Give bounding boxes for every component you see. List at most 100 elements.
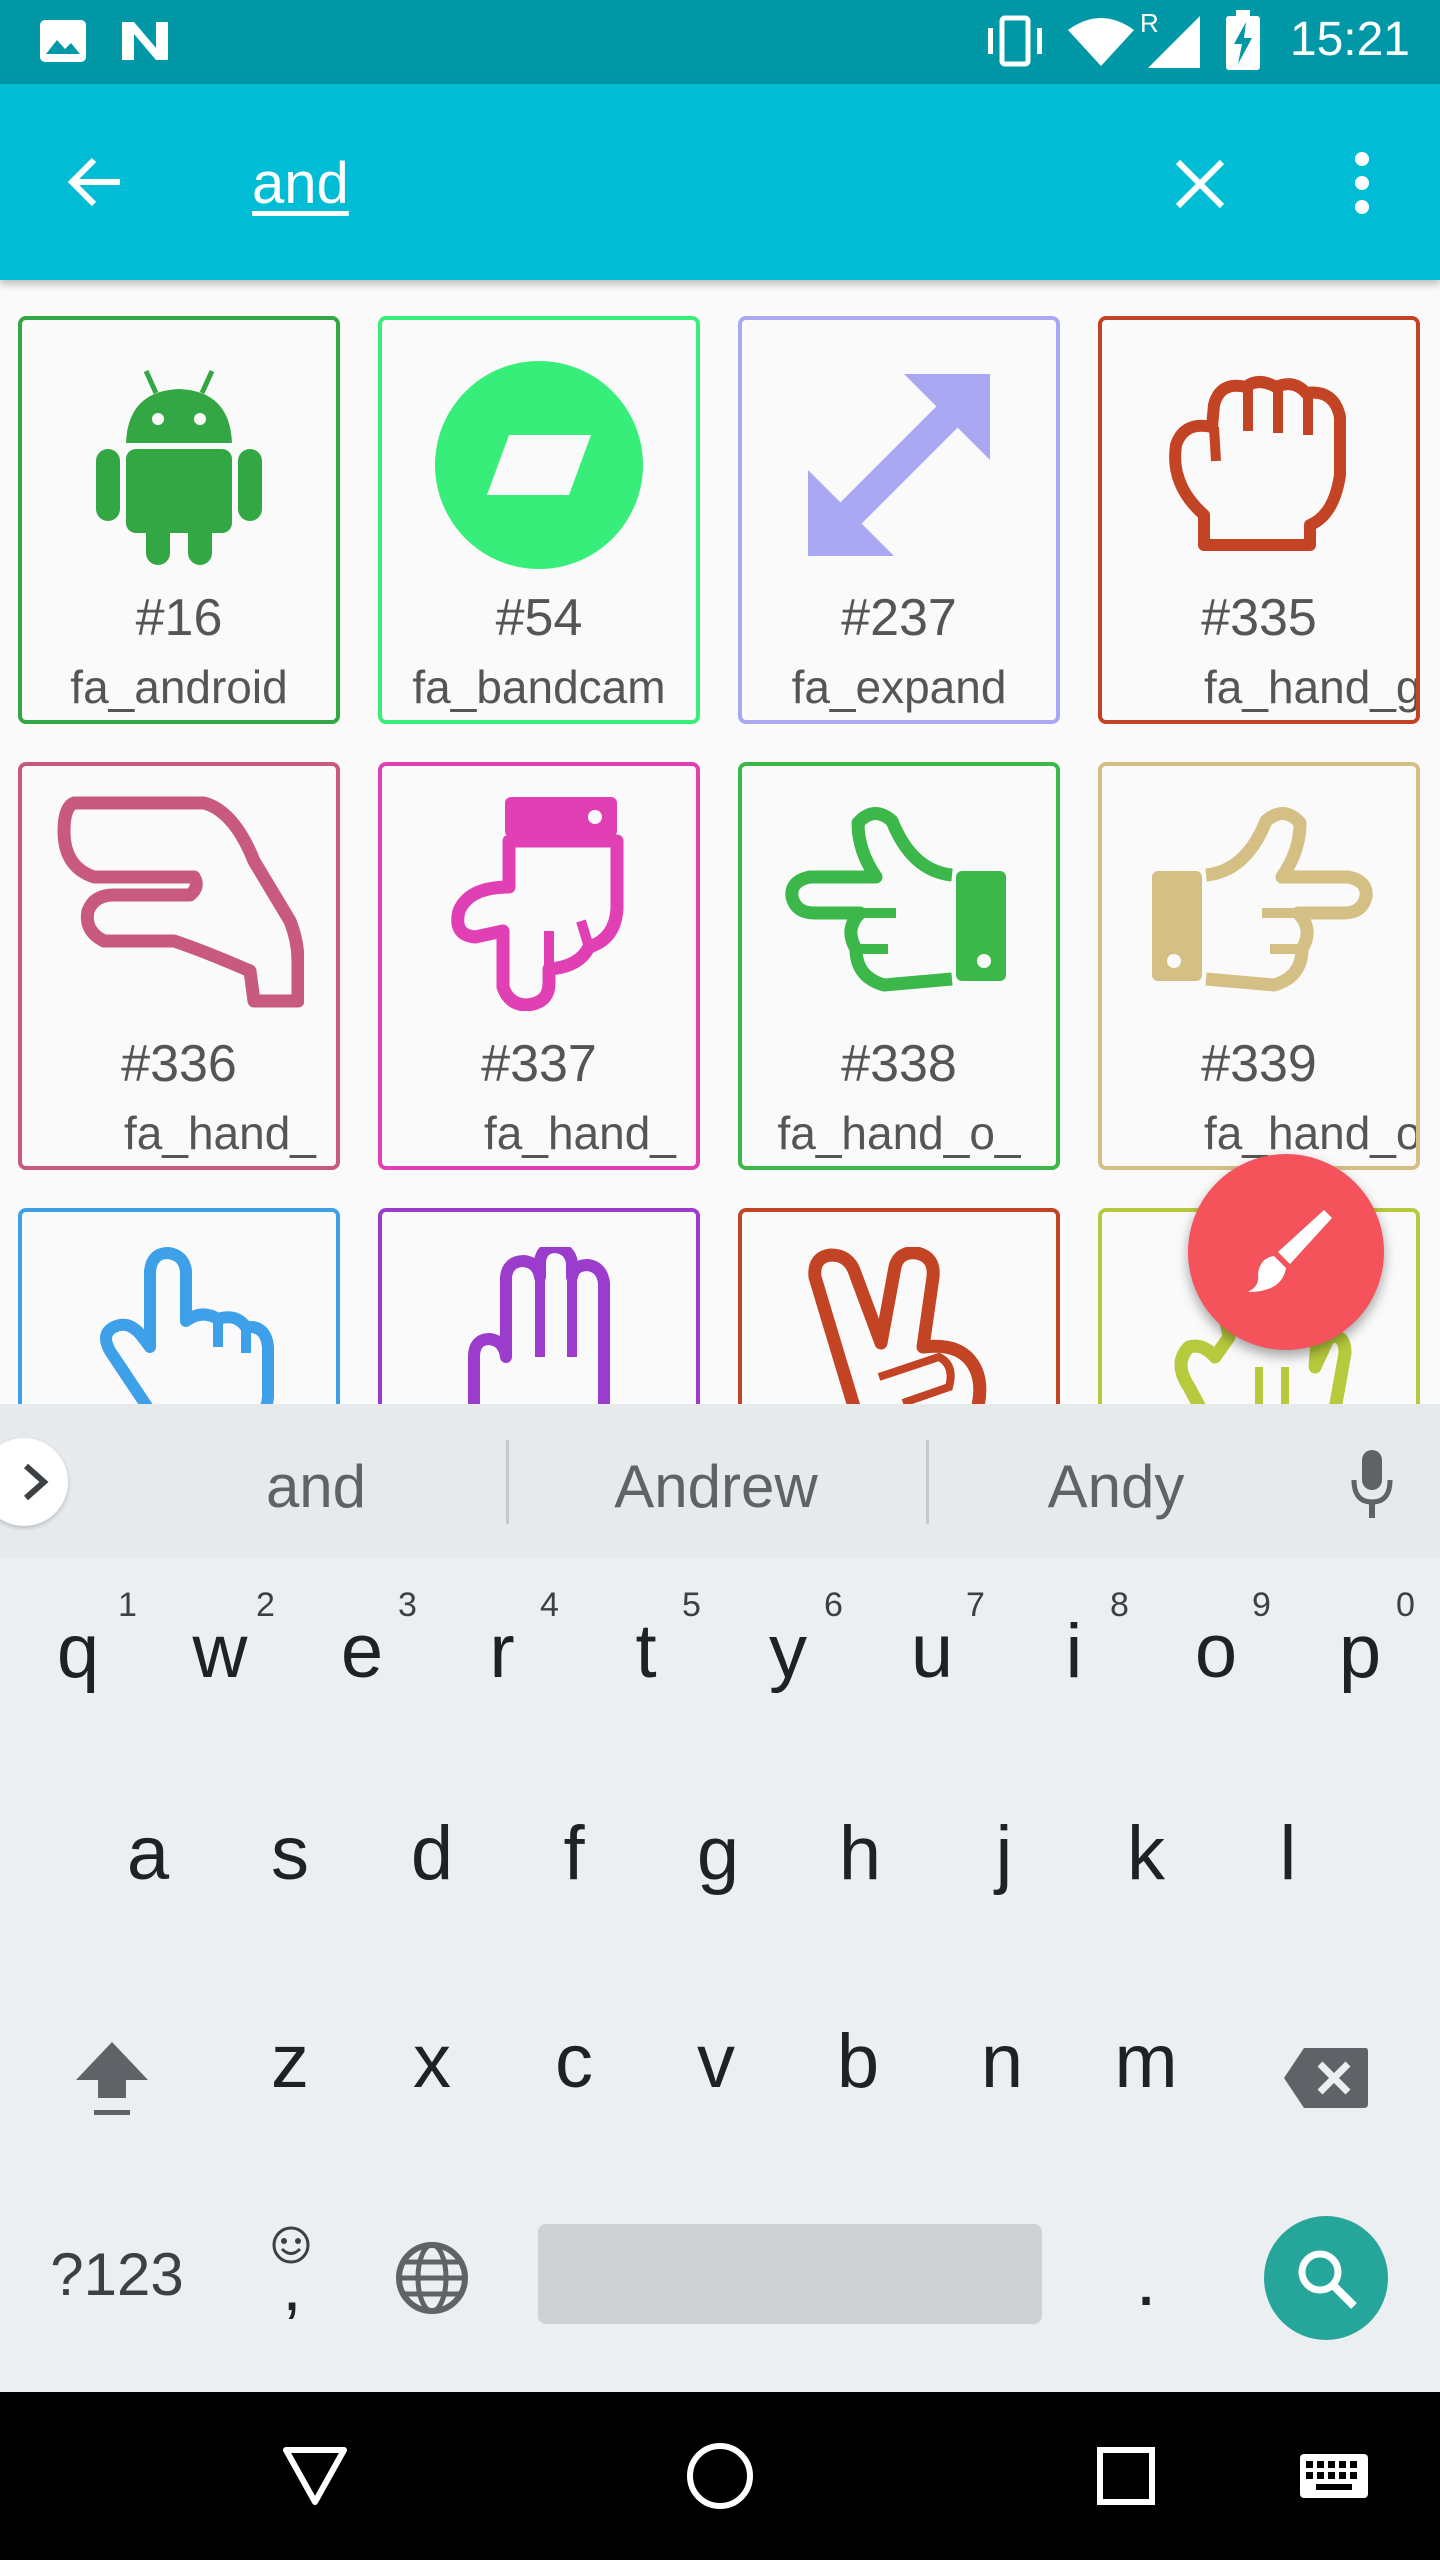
expand-icon: [808, 374, 990, 556]
keyboard-switch-icon[interactable]: [1298, 2452, 1370, 2500]
app-n-notification-icon: [122, 22, 168, 60]
key-hint-7: 7: [966, 1586, 985, 1624]
icon-card[interactable]: [378, 1208, 700, 1404]
icon-card[interactable]: #54 fa_bandcam: [378, 316, 700, 724]
key-hint-5: 5: [682, 1586, 701, 1624]
icon-name: fa_bandcam: [412, 661, 666, 713]
icon-card[interactable]: #237 fa_expand: [738, 316, 1060, 724]
suggestion-3[interactable]: Andy: [966, 1452, 1266, 1521]
key-k[interactable]: k: [1076, 1810, 1216, 1897]
key-hint-9: 9: [1252, 1586, 1271, 1624]
icon-number: #335: [1201, 589, 1317, 647]
paint-brush-icon: [1248, 1210, 1332, 1292]
icon-card[interactable]: #337 fa_hand_: [378, 762, 700, 1170]
search-input[interactable]: and: [252, 150, 349, 217]
icon-number: #338: [841, 1035, 957, 1093]
vibrate-icon: [988, 15, 1042, 67]
search-icon: [1298, 2250, 1357, 2309]
icon-name: fa_expand: [791, 661, 1007, 713]
microphone-icon[interactable]: [1350, 1448, 1394, 1520]
icon-number: #237: [841, 589, 957, 647]
key-a[interactable]: a: [78, 1810, 218, 1897]
key-n[interactable]: n: [932, 2018, 1072, 2105]
key-period[interactable]: .: [1076, 2236, 1216, 2323]
key-hint-3: 3: [398, 1586, 417, 1624]
more-options-icon[interactable]: [1344, 150, 1380, 216]
key-l[interactable]: l: [1218, 1810, 1358, 1897]
key-b[interactable]: b: [788, 2018, 928, 2105]
key-g[interactable]: g: [648, 1810, 788, 1897]
backspace-icon[interactable]: [1282, 2046, 1370, 2110]
clear-search-icon[interactable]: [1172, 156, 1228, 212]
icon-card[interactable]: #339 fa_hand_o: [1098, 762, 1420, 1170]
key-v[interactable]: v: [646, 2018, 786, 2105]
hand-pointer-icon: [100, 1247, 274, 1404]
chevron-right-icon: [24, 1463, 49, 1501]
suggestion-1[interactable]: and: [166, 1452, 466, 1521]
signal-icon: [1148, 16, 1200, 68]
globe-icon[interactable]: [394, 2240, 470, 2316]
key-c[interactable]: c: [504, 2018, 644, 2105]
icon-card[interactable]: #336 fa_hand_: [18, 762, 340, 1170]
key-x[interactable]: x: [362, 2018, 502, 2105]
suggestion-divider: [506, 1440, 509, 1524]
home-nav-icon[interactable]: [686, 2442, 754, 2510]
back-nav-icon[interactable]: [282, 2444, 348, 2506]
key-s[interactable]: s: [220, 1810, 360, 1897]
back-arrow-icon[interactable]: [64, 150, 128, 214]
icon-name: fa_hand_o: [1204, 1107, 1416, 1159]
key-z[interactable]: z: [220, 2018, 360, 2105]
icon-number: #16: [135, 589, 223, 647]
key-m[interactable]: m: [1076, 2018, 1216, 2105]
icon-name: fa_hand_: [124, 1107, 316, 1159]
suggestion-strip: and Andrew Andy: [0, 1404, 1440, 1558]
icon-number: #54: [495, 589, 583, 647]
key-comma[interactable]: ,: [222, 2246, 362, 2326]
search-toolbar: and: [0, 84, 1440, 280]
clock: 15:21: [1289, 13, 1410, 66]
hand-paper-icon: [468, 1247, 610, 1404]
icon-name: fa_android: [70, 661, 288, 713]
key-hint-4: 4: [540, 1586, 559, 1624]
key-j[interactable]: j: [934, 1810, 1074, 1897]
navigation-bar: [0, 2392, 1440, 2560]
key-hint-8: 8: [1110, 1586, 1129, 1624]
hand-lizard-icon: [57, 796, 304, 1008]
image-notification-icon: [40, 20, 86, 62]
icon-card[interactable]: #16 fa_android: [18, 316, 340, 724]
icon-card[interactable]: #338 fa_hand_o_: [738, 762, 1060, 1170]
wifi-icon: [1068, 18, 1134, 66]
icon-number: #336: [121, 1035, 237, 1093]
hand-point-right-icon: [1152, 807, 1373, 992]
key-hint-1: 1: [118, 1586, 137, 1624]
shift-icon[interactable]: [70, 2036, 154, 2120]
icon-name: fa_hand_: [484, 1107, 676, 1159]
suggestion-2[interactable]: Andrew: [566, 1452, 866, 1521]
hand-peace-icon: [808, 1247, 987, 1404]
expand-suggestions-button[interactable]: [0, 1438, 68, 1526]
hand-point-down-icon: [451, 797, 624, 1011]
key-hint-0: 0: [1396, 1586, 1415, 1624]
soft-keyboard: and Andrew Andy q w e r t y u i o p 1 2 …: [0, 1404, 1440, 2392]
search-key[interactable]: [1264, 2216, 1388, 2340]
key-h[interactable]: h: [790, 1810, 930, 1897]
hand-point-left-icon: [785, 807, 1006, 992]
status-bar: R 15:21: [0, 0, 1440, 84]
key-d[interactable]: d: [362, 1810, 502, 1897]
icon-card[interactable]: #335 fa_hand_g: [1098, 316, 1420, 724]
key-hint-2: 2: [256, 1586, 275, 1624]
theme-fab-button[interactable]: [1188, 1154, 1384, 1350]
battery-charging-icon: [1226, 10, 1260, 70]
icon-card[interactable]: [738, 1208, 1060, 1404]
icon-name: fa_hand_o_: [777, 1107, 1021, 1159]
key-hint-6: 6: [824, 1586, 843, 1624]
space-bar[interactable]: [538, 2224, 1042, 2324]
bandcamp-icon: [435, 361, 643, 569]
hand-grab-icon: [1169, 376, 1346, 551]
icon-card[interactable]: [18, 1208, 340, 1404]
key-f[interactable]: f: [504, 1810, 644, 1897]
icon-number: #337: [481, 1035, 597, 1093]
recents-nav-icon[interactable]: [1096, 2446, 1156, 2506]
android-icon: [96, 369, 262, 565]
key-symbols[interactable]: ?123: [42, 2240, 192, 2309]
